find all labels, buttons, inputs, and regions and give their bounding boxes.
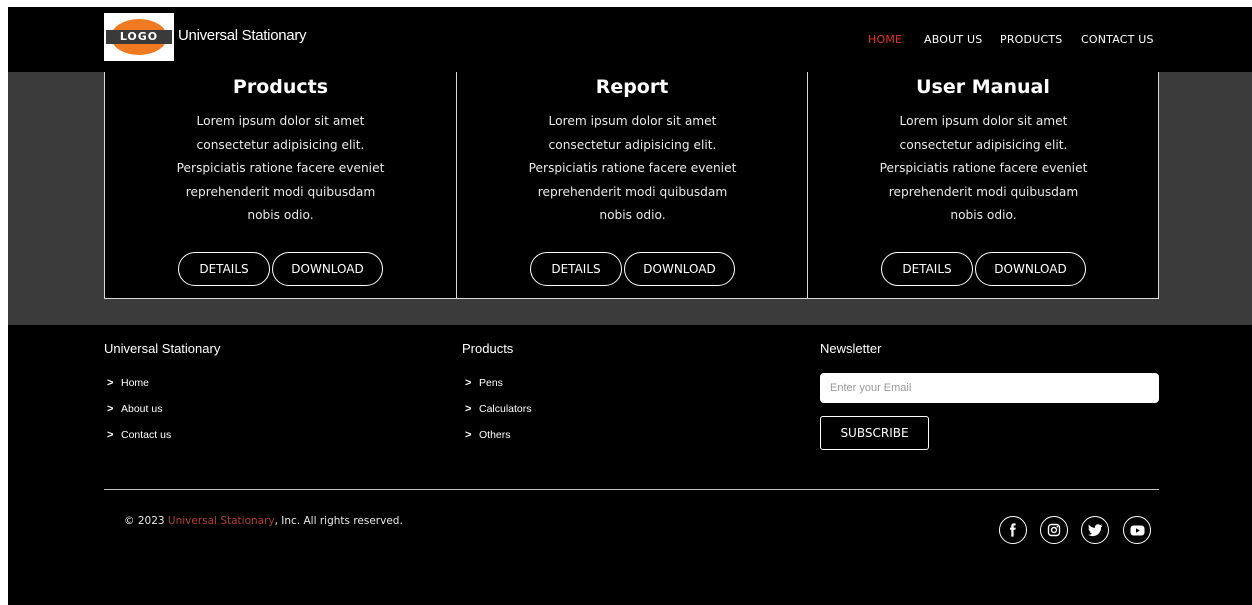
details-button[interactable]: DETAILS <box>881 252 973 286</box>
card-description: Lorem ipsum dolor sit amet consectetur a… <box>528 114 737 223</box>
footer-link-pens[interactable]: > Pens <box>465 377 503 389</box>
chevron-right-icon: > <box>107 429 114 441</box>
subscribe-button[interactable]: SUBSCRIBE <box>820 416 929 450</box>
card-products: Products Lorem ipsum dolor sit amet cons… <box>105 72 456 298</box>
footer-link-about-us[interactable]: > About us <box>107 403 162 415</box>
site-header: LOGO Universal Stationary HOME ABOUT US … <box>8 7 1252 72</box>
email-field[interactable] <box>820 373 1159 403</box>
nav-products[interactable]: PRODUCTS <box>1000 33 1062 46</box>
card-title: Products <box>232 76 329 98</box>
logo-text: LOGO <box>106 30 172 44</box>
details-button[interactable]: DETAILS <box>178 252 270 286</box>
footer-products-title: Products <box>462 341 514 356</box>
download-button[interactable]: DOWNLOAD <box>624 252 735 286</box>
card-title: User Manual <box>916 76 1050 98</box>
chevron-right-icon: > <box>107 377 114 389</box>
download-button[interactable]: DOWNLOAD <box>272 252 383 286</box>
copyright-text: © 2023 Universal Stationary, Inc. All ri… <box>124 515 403 527</box>
cards-row: Products Lorem ipsum dolor sit amet cons… <box>104 72 1159 299</box>
card-report: Report Lorem ipsum dolor sit amet consec… <box>456 72 807 298</box>
nav-contact-us[interactable]: CONTACT US <box>1081 33 1154 46</box>
footer-newsletter-title: Newsletter <box>820 341 882 356</box>
copyright-suffix: , Inc. All rights reserved. <box>274 515 403 527</box>
page: LOGO Universal Stationary HOME ABOUT US … <box>8 7 1252 605</box>
copyright-brand-link[interactable]: Universal Stationary <box>168 515 275 527</box>
cards-section: Products Lorem ipsum dolor sit amet cons… <box>8 72 1252 325</box>
nav-home[interactable]: HOME <box>868 33 902 46</box>
footer-link-home[interactable]: > Home <box>107 377 149 389</box>
brand-name[interactable]: Universal Stationary <box>178 27 307 44</box>
footer-link-label: Others <box>479 429 511 441</box>
footer-link-others[interactable]: > Others <box>465 429 511 441</box>
card-description: Lorem ipsum dolor sit amet consectetur a… <box>879 114 1088 223</box>
footer-link-contact-us[interactable]: > Contact us <box>107 429 171 441</box>
footer-link-label: Pens <box>479 377 503 389</box>
chevron-right-icon: > <box>465 377 472 389</box>
footer-link-label: Home <box>121 377 150 389</box>
footer-company-title: Universal Stationary <box>104 341 221 356</box>
youtube-icon[interactable] <box>1123 516 1151 544</box>
twitter-icon[interactable] <box>1081 516 1109 544</box>
card-user-manual: User Manual Lorem ipsum dolor sit amet c… <box>807 72 1158 298</box>
card-title: Report <box>595 76 669 98</box>
chevron-right-icon: > <box>107 403 114 415</box>
details-button[interactable]: DETAILS <box>530 252 622 286</box>
footer-link-calculators[interactable]: > Calculators <box>465 403 532 415</box>
footer-link-label: Contact us <box>121 429 172 441</box>
copyright-prefix: © 2023 <box>124 515 168 527</box>
download-button[interactable]: DOWNLOAD <box>975 252 1086 286</box>
facebook-icon[interactable] <box>999 516 1027 544</box>
nav-about-us[interactable]: ABOUT US <box>924 33 982 46</box>
logo[interactable]: LOGO <box>104 13 174 61</box>
card-description: Lorem ipsum dolor sit amet consectetur a… <box>176 114 385 223</box>
chevron-right-icon: > <box>465 429 472 441</box>
footer-link-label: Calculators <box>479 403 532 415</box>
chevron-right-icon: > <box>465 403 472 415</box>
footer-divider <box>104 489 1159 490</box>
instagram-icon[interactable] <box>1040 516 1068 544</box>
footer-link-label: About us <box>121 403 163 415</box>
